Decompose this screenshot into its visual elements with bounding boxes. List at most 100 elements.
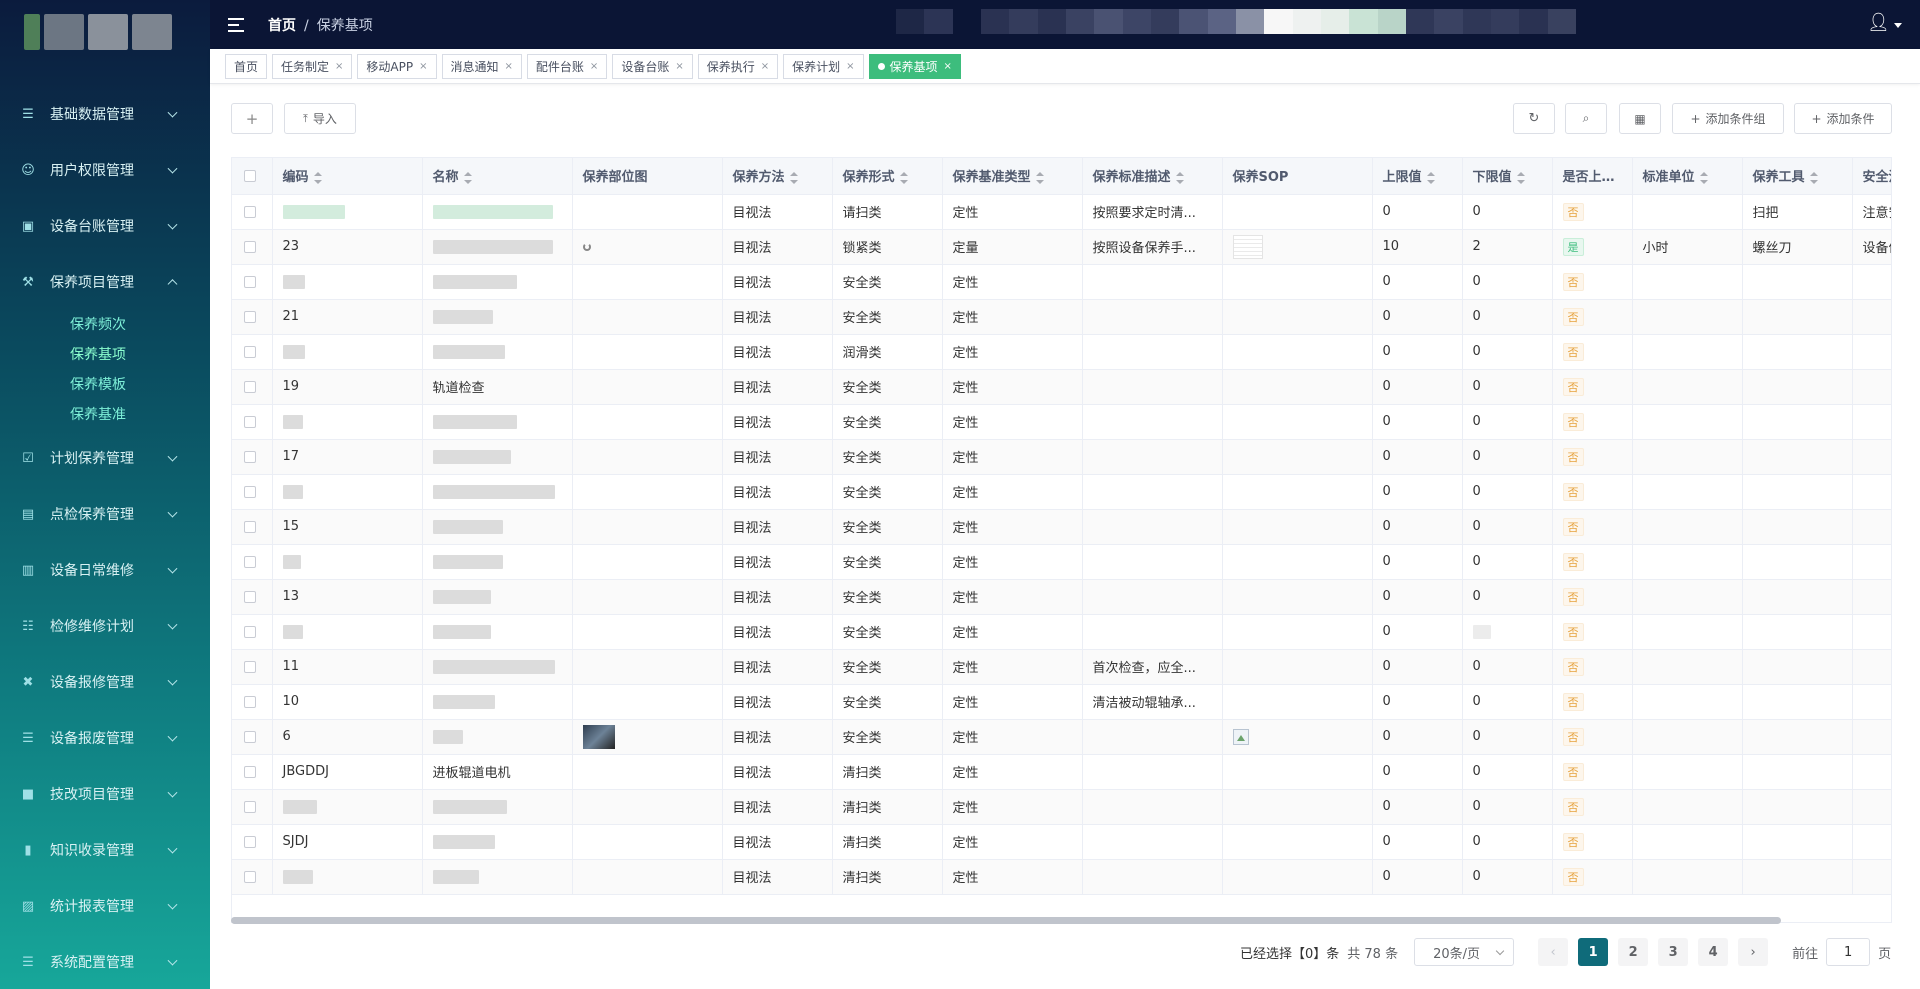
sort-icon[interactable] (1516, 171, 1525, 184)
column-header[interactable]: 保养标准描述 (1082, 158, 1223, 195)
table-row[interactable]: 19 轨道检查 目视法 安全类 定性 0 0 否 (232, 369, 1891, 405)
sort-icon[interactable] (313, 171, 322, 184)
prev-page-button[interactable]: ‹ (1538, 938, 1569, 966)
breadcrumb-home[interactable]: 首页 (268, 18, 296, 34)
table-row[interactable]: 6 目视法 安全类 定性 0 0 否 (232, 719, 1891, 755)
broken-image-icon[interactable] (1232, 728, 1249, 745)
tab-5[interactable]: 配件台账 × (526, 53, 608, 79)
tab-8[interactable]: 保养计划 × (783, 53, 864, 79)
row-checkbox[interactable] (244, 275, 256, 288)
table-row[interactable]: 目视法 安全类 定性 0 0 否 (232, 404, 1891, 440)
table-row[interactable]: 目视法 安全类 定性 0 否 (232, 614, 1891, 650)
row-checkbox[interactable] (244, 835, 256, 848)
goto-page-input[interactable]: 1 (1826, 938, 1871, 966)
close-icon[interactable]: × (419, 61, 427, 72)
add-button[interactable]: + (231, 103, 273, 134)
sidebar-item-3[interactable]: ▣ 设备台账管理 (0, 198, 210, 254)
close-icon[interactable]: × (846, 61, 854, 72)
sort-icon[interactable] (899, 171, 908, 184)
close-icon[interactable]: × (590, 61, 598, 72)
page-button-1[interactable]: 1 (1578, 938, 1609, 966)
submenu-item-3[interactable]: 保养模板 (0, 370, 210, 400)
sort-icon[interactable] (1175, 171, 1184, 184)
row-checkbox[interactable] (244, 555, 256, 568)
sop-document-thumbnail[interactable] (1232, 234, 1263, 259)
sidebar-item-12[interactable]: ▮ 知识收录管理 (0, 822, 210, 878)
menu-toggle-icon[interactable] (228, 17, 244, 32)
column-header[interactable]: 是否上传保 (1552, 158, 1633, 195)
tab-6[interactable]: 设备台账 × (612, 53, 693, 79)
sidebar-item-10[interactable]: ☰ 设备报废管理 (0, 710, 210, 766)
close-icon[interactable]: × (761, 61, 769, 72)
table-row[interactable]: 10 目视法 安全类 定性 清洁被动辊轴承... 0 0 否 (232, 684, 1891, 720)
sidebar-item-9[interactable]: ✖ 设备报修管理 (0, 654, 210, 710)
submenu-item-2[interactable]: 保养基项 (0, 340, 210, 370)
sidebar-item-6[interactable]: ▤ 点检保养管理 (0, 486, 210, 542)
column-header[interactable]: 保养形式 (832, 158, 943, 195)
sidebar-item-4[interactable]: ⚒ 保养项目管理 (0, 254, 210, 310)
next-page-button[interactable]: › (1738, 938, 1769, 966)
table-row[interactable]: JBGDDJ 进板辊道电机 目视法 清扫类 定性 0 0 否 (232, 754, 1891, 790)
sort-icon[interactable] (1035, 171, 1044, 184)
row-checkbox[interactable] (244, 800, 256, 813)
tab-2[interactable]: 任务制定 × (272, 53, 353, 79)
table-row[interactable]: 23 目视法 锁紧类 定量 按照设备保养手... 10 2 是 小时 螺丝刀 设备停机 (232, 229, 1891, 265)
column-header[interactable]: 上限值 (1372, 158, 1463, 195)
row-checkbox[interactable] (244, 450, 256, 463)
add-condition-group-button[interactable]: + 添加条件组 (1672, 103, 1784, 134)
sidebar-item-14[interactable]: ☰ 系统配置管理 (0, 934, 210, 989)
table-row[interactable]: 目视法 安全类 定性 0 0 否 (232, 544, 1891, 580)
row-checkbox[interactable] (244, 345, 256, 358)
row-checkbox[interactable] (244, 485, 256, 498)
sort-icon[interactable] (1699, 171, 1708, 184)
table-row[interactable]: 21 目视法 安全类 定性 0 0 否 (232, 299, 1891, 335)
tab-4[interactable]: 消息通知 × (441, 53, 522, 79)
column-header[interactable]: 名称 (422, 158, 573, 195)
row-checkbox[interactable] (244, 520, 256, 533)
tab-7[interactable]: 保养执行 × (697, 53, 779, 79)
table-row[interactable]: 目视法 安全类 定性 0 0 否 (232, 264, 1891, 300)
row-checkbox[interactable] (244, 415, 256, 428)
search-button[interactable]: ⌕ (1565, 103, 1607, 134)
sidebar-item-11[interactable]: ■ 技改项目管理 (0, 766, 210, 822)
column-header[interactable]: 保养基准类型 (942, 158, 1083, 195)
column-header[interactable]: 保养方法 (722, 158, 833, 195)
refresh-button[interactable]: ↻ (1513, 103, 1555, 134)
column-header[interactable]: 保养SOP (1222, 158, 1373, 195)
page-size-select[interactable]: 20条/页 (1414, 938, 1515, 966)
column-header[interactable]: 安全注意 (1852, 158, 1891, 195)
column-header[interactable]: 编码 (272, 158, 423, 195)
column-header[interactable]: 保养部位图 (572, 158, 723, 195)
page-button-2[interactable]: 2 (1618, 938, 1649, 966)
row-checkbox[interactable] (244, 695, 256, 708)
table-row[interactable]: 17 目视法 安全类 定性 0 0 否 (232, 439, 1891, 475)
table-row[interactable]: 目视法 安全类 定性 0 0 否 (232, 474, 1891, 510)
tab-3[interactable]: 移动APP × (357, 53, 437, 79)
sidebar-item-2[interactable]: ☺ 用户权限管理 (0, 142, 210, 198)
horizontal-scrollbar[interactable] (231, 917, 1781, 924)
row-checkbox[interactable] (244, 765, 256, 778)
close-icon[interactable]: × (944, 61, 952, 72)
row-checkbox[interactable] (244, 730, 256, 743)
sort-icon[interactable] (463, 171, 472, 184)
page-button-3[interactable]: 3 (1658, 938, 1689, 966)
sort-icon[interactable] (1809, 171, 1818, 184)
table-row[interactable]: 目视法 请扫类 定性 按照要求定时清... 0 0 否 扫把 注意安全 (232, 194, 1891, 230)
row-checkbox[interactable] (244, 380, 256, 393)
user-menu[interactable]: 👤︎ (1867, 12, 1902, 33)
table-row[interactable]: SJDJ 目视法 清扫类 定性 0 0 否 (232, 824, 1891, 860)
sort-icon[interactable] (1426, 171, 1435, 184)
row-checkbox[interactable] (244, 310, 256, 323)
close-icon[interactable]: × (505, 61, 513, 72)
sidebar-item-7[interactable]: ▥ 设备日常维修 (0, 542, 210, 598)
table-row[interactable]: 11 目视法 安全类 定性 首次检查，应全... 0 0 否 (232, 649, 1891, 685)
table-row[interactable]: 目视法 清扫类 定性 0 0 否 (232, 859, 1891, 895)
row-checkbox[interactable] (244, 240, 256, 253)
tab-1[interactable]: 首页 (225, 53, 268, 79)
table-row[interactable]: 目视法 清扫类 定性 0 0 否 (232, 789, 1891, 825)
column-header[interactable]: 下限值 (1462, 158, 1553, 195)
table-row[interactable]: 13 目视法 安全类 定性 0 0 否 (232, 579, 1891, 615)
close-icon[interactable]: × (335, 61, 343, 72)
sidebar-item-1[interactable]: ☰ 基础数据管理 (0, 86, 210, 142)
submenu-item-1[interactable]: 保养频次 (0, 310, 210, 340)
